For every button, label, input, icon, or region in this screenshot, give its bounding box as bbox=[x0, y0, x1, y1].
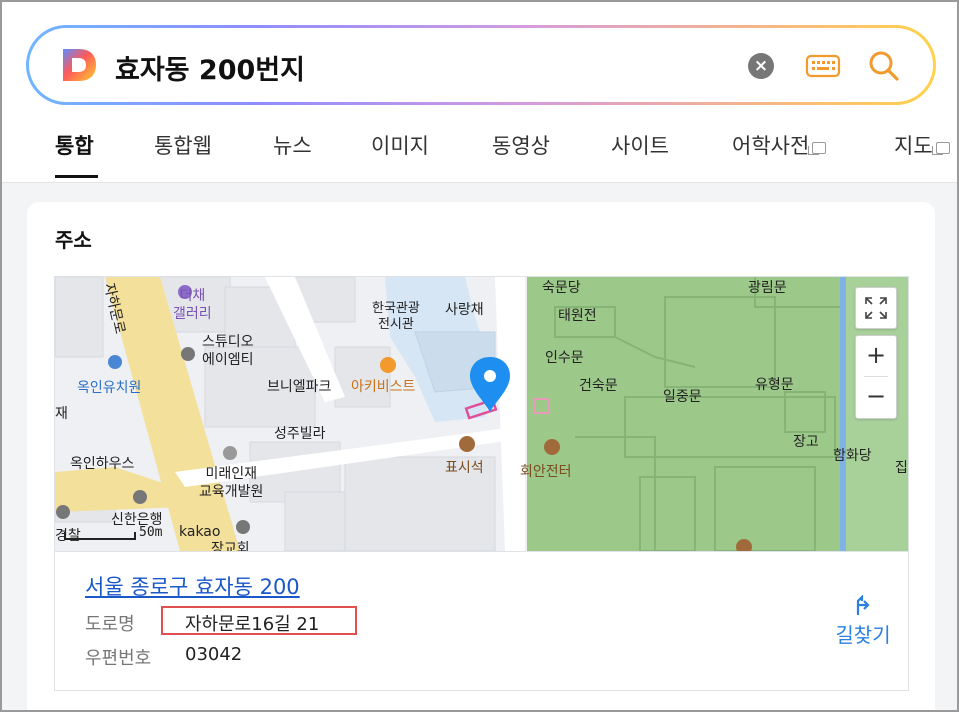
fullscreen-icon bbox=[865, 297, 887, 319]
postal-code-value: 03042 bbox=[185, 644, 243, 665]
directions-label: 길찾기 bbox=[835, 623, 891, 647]
map-label-okin-house: 옥인하우스 bbox=[70, 456, 135, 472]
external-link-icon bbox=[808, 142, 827, 155]
map-label-sarang: 사랑채 bbox=[445, 302, 484, 318]
external-link-icon bbox=[931, 142, 950, 155]
tab-images[interactable]: 이미지 bbox=[371, 130, 429, 160]
map-label-kindergarten: 옥인유치원 bbox=[77, 380, 142, 396]
map-label-taewon: 태원전 bbox=[558, 308, 597, 324]
map-label-archivist: 아키비스트 bbox=[351, 379, 416, 395]
active-tab-indicator bbox=[55, 175, 98, 178]
tab-map[interactable]: 지도 bbox=[894, 130, 950, 160]
map-label-gwanglim: 광림문 bbox=[748, 280, 787, 296]
map-label-janggo: 장고 bbox=[793, 434, 819, 450]
map-label-future: 미래인재 교육개발원 bbox=[199, 466, 264, 500]
tab-sites[interactable]: 사이트 bbox=[611, 130, 669, 160]
map-scale-label: 50m bbox=[139, 525, 163, 540]
tab-news[interactable]: 뉴스 bbox=[273, 130, 312, 160]
fullscreen-button[interactable] bbox=[855, 287, 897, 329]
search-bar[interactable]: 효자동 200번지 × bbox=[26, 25, 936, 105]
search-tabs: 통합 통합웹 뉴스 이미지 동영상 사이트 어학사전 지도 bbox=[2, 120, 957, 182]
keyboard-icon[interactable] bbox=[805, 50, 841, 82]
map-label-hoean: 회안전터 bbox=[520, 464, 572, 480]
map-label-jae: 재 bbox=[55, 406, 68, 422]
clear-search-button[interactable]: × bbox=[748, 53, 774, 79]
search-header: 효자동 200번지 × 통합 통합웹 뉴스 이미지 동영상 사이트 어학사전 지… bbox=[2, 2, 957, 183]
map-label-jip: 집 bbox=[895, 460, 908, 476]
address-link[interactable]: 서울 종로구 효자동 200 bbox=[85, 571, 300, 601]
tab-integrated-web[interactable]: 통합웹 bbox=[154, 130, 212, 160]
road-name-label: 도로명 bbox=[85, 614, 135, 635]
directions-icon bbox=[856, 595, 870, 615]
map-label-pyosi: 표시석 bbox=[445, 460, 484, 476]
zoom-out-button[interactable]: − bbox=[856, 377, 896, 417]
tab-videos[interactable]: 동영상 bbox=[492, 130, 550, 160]
map-brand: kakao bbox=[179, 524, 221, 540]
zoom-control: + − bbox=[855, 335, 897, 419]
zoom-in-button[interactable]: + bbox=[856, 336, 896, 376]
map-label-studio: 스튜디오 에이엠티 bbox=[202, 334, 254, 368]
highlight-box bbox=[161, 606, 357, 635]
map-label-sukmun: 숙문당 bbox=[542, 280, 581, 296]
map-label-police: 경찰 bbox=[55, 528, 81, 544]
map-label-brunel: 브니엘파크 bbox=[267, 379, 332, 395]
map-label-iljung: 일중문 bbox=[663, 389, 702, 405]
map-view[interactable]: 자하문로 더채 갤러리 스튜디오 에이엠티 옥인유치원 재 브니엘파크 아키비스… bbox=[54, 276, 909, 552]
map-label-geonsuk: 건숙문 bbox=[579, 378, 618, 394]
search-input[interactable]: 효자동 200번지 bbox=[115, 48, 305, 87]
browser-frame: 효자동 200번지 × 통합 통합웹 뉴스 이미지 동영상 사이트 어학사전 지… bbox=[0, 0, 959, 712]
tab-dictionary[interactable]: 어학사전 bbox=[732, 130, 827, 160]
tab-integrated[interactable]: 통합 bbox=[55, 130, 94, 160]
search-icon[interactable] bbox=[867, 49, 901, 83]
address-info: 서울 종로구 효자동 200 도로명 자하문로16길 21 우편번호 03042… bbox=[54, 550, 909, 691]
card-title: 주소 bbox=[55, 228, 92, 252]
map-label-cafe: 더채 갤러리 bbox=[173, 288, 212, 322]
directions-button[interactable]: 길찾기 bbox=[831, 595, 895, 655]
map-label-hamhwa: 함화당 bbox=[833, 448, 872, 464]
postal-code-label: 우편번호 bbox=[85, 648, 152, 669]
map-label-yuhyeong: 유형문 bbox=[755, 377, 794, 393]
daum-logo-icon bbox=[63, 49, 96, 81]
map-label-seongju: 성주빌라 bbox=[274, 426, 326, 442]
address-card: 주소 자하문로 더채 갤러리 스튜디오 에이엠티 옥인유치원 재 브니엘파크 아… bbox=[27, 202, 935, 710]
map-label-insu: 인수문 bbox=[545, 350, 584, 366]
map-label-craft: 한국관광 전시관 bbox=[372, 301, 420, 332]
